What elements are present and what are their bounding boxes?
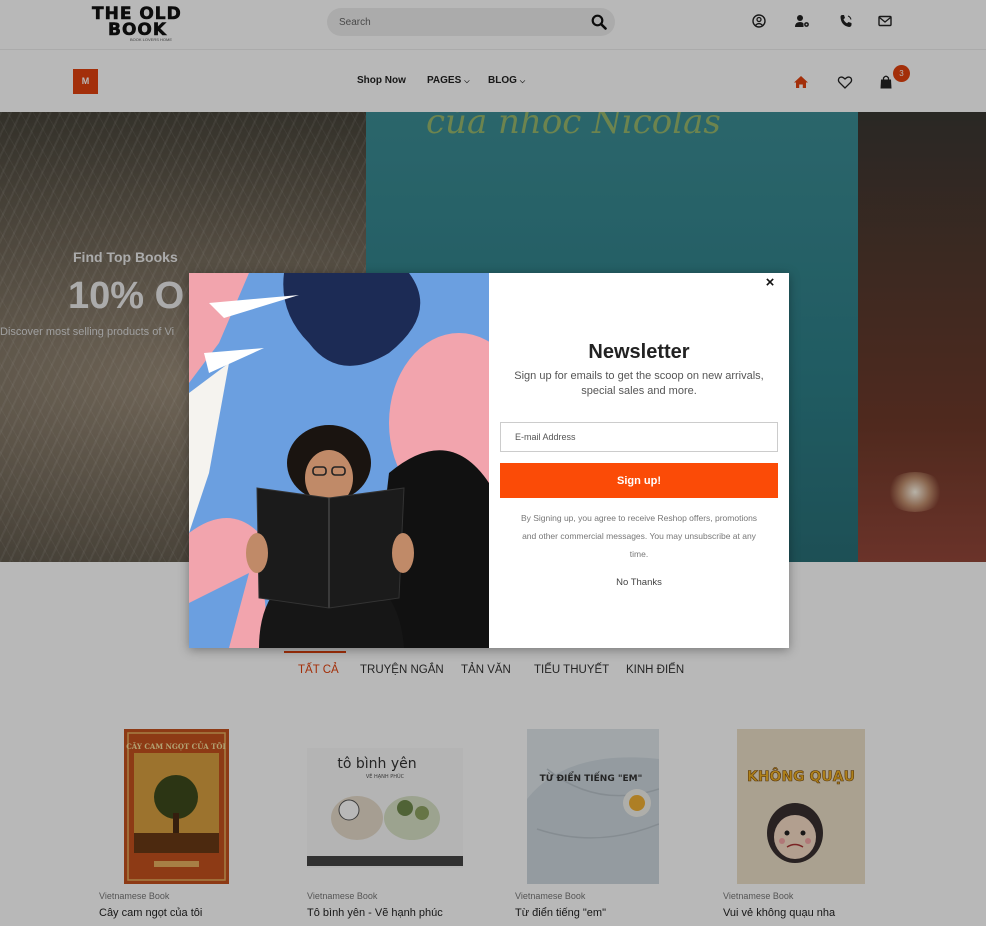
close-icon[interactable]: × bbox=[763, 275, 777, 290]
no-thanks-link[interactable]: No Thanks bbox=[489, 577, 789, 588]
newsletter-title: Newsletter bbox=[588, 341, 690, 363]
newsletter-description: Sign up for emails to get the scoop on n… bbox=[514, 370, 764, 397]
signup-button[interactable]: Sign up! bbox=[500, 463, 778, 498]
newsletter-image bbox=[189, 273, 489, 648]
newsletter-content: × Newsletter Sign up for emails to get t… bbox=[489, 273, 789, 648]
email-field[interactable] bbox=[500, 422, 778, 452]
newsletter-legal-text: By Signing up, you agree to receive Resh… bbox=[520, 513, 758, 559]
newsletter-modal: × Newsletter Sign up for emails to get t… bbox=[189, 273, 789, 648]
